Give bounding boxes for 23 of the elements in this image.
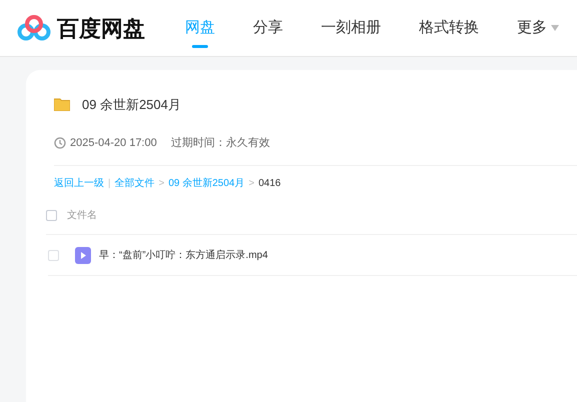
cloud-logo-icon: [17, 14, 51, 42]
clock-icon: [54, 136, 66, 149]
row-checkbox[interactable]: [48, 250, 59, 260]
logo-text: 百度网盘: [57, 14, 145, 42]
file-row[interactable]: 早：“盘前”小叮咛：东方通启示录.mp4: [48, 235, 577, 276]
active-tab-indicator: [192, 44, 208, 48]
caret-icon: [551, 25, 559, 31]
breadcrumb-separator: >: [248, 177, 254, 191]
nav-tab[interactable]: 一刻相册: [321, 0, 381, 56]
nav-tab[interactable]: 分享: [253, 0, 283, 56]
folder-icon: [54, 98, 70, 112]
nav-tab[interactable]: 更多: [517, 0, 547, 56]
share-time: 2025-04-20 17:00: [70, 136, 157, 150]
folder-title: 09 余世新2504月: [82, 96, 181, 114]
file-name: 早：“盘前”小叮咛：东方通启示录.mp4: [99, 248, 268, 262]
video-file-icon: [75, 246, 91, 264]
breadcrumb-divider: |: [108, 177, 111, 191]
column-header: 文件名: [67, 208, 97, 223]
nav-tab[interactable]: 格式转换: [419, 0, 479, 56]
expiry-text: 过期时间：永久有效: [170, 136, 270, 150]
select-all-checkbox[interactable]: [46, 210, 57, 221]
breadcrumb-separator: >: [158, 177, 164, 191]
breadcrumb-current: 0416: [258, 177, 281, 191]
